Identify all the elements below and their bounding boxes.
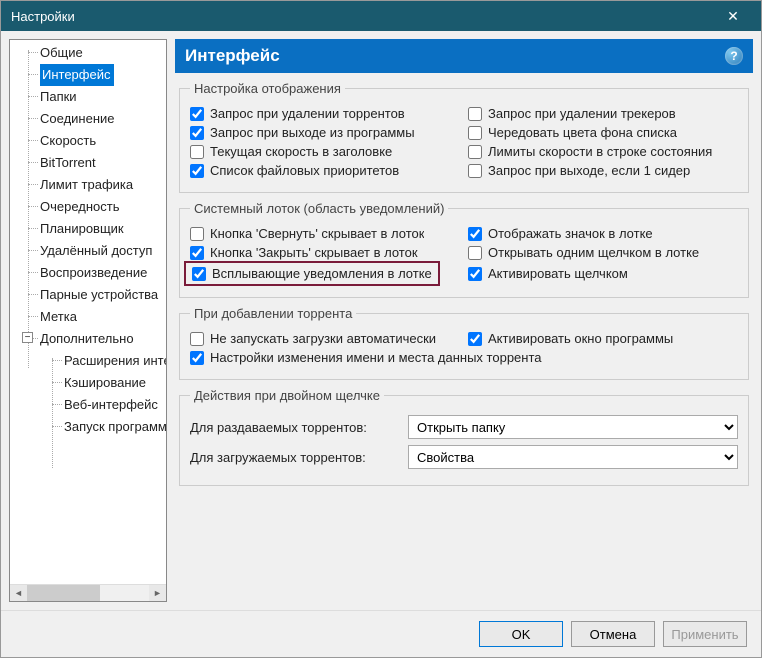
nav-item-paired[interactable]: Парные устройства: [10, 284, 166, 306]
nav-item-folders[interactable]: Папки: [10, 86, 166, 108]
cb-file-priority-list[interactable]: Список файловых приоритетов: [190, 163, 399, 178]
scroll-track[interactable]: [27, 585, 149, 602]
cb-speed-in-title[interactable]: Текущая скорость в заголовке: [190, 144, 392, 159]
nav-item-label[interactable]: Метка: [10, 306, 166, 328]
footer: OK Отмена Применить: [1, 610, 761, 657]
nav-item-interface[interactable]: Интерфейс: [40, 64, 114, 86]
group-add: При добавлении торрента Не запускать заг…: [179, 306, 749, 380]
cb-activate-click[interactable]: Активировать щелчком: [468, 266, 628, 281]
cb-confirm-exit-seed[interactable]: Запрос при выходе, если 1 сидер: [468, 163, 690, 178]
panel-header: Интерфейс ?: [175, 39, 753, 73]
nav-item-bittorrent[interactable]: BitTorrent: [10, 152, 166, 174]
settings-window: Настройки ✕ Общие Интерфейс Папки Соедин…: [0, 0, 762, 658]
scroll-right-icon[interactable]: ►: [149, 585, 166, 602]
nav-item-queue[interactable]: Очередность: [10, 196, 166, 218]
cb-tray-balloon[interactable]: Всплывающие уведомления в лотке: [192, 266, 432, 281]
label-dblclick-downloading: Для загружаемых торрентов:: [190, 450, 400, 465]
cb-show-tray-icon[interactable]: Отображать значок в лотке: [468, 226, 653, 241]
apply-button[interactable]: Применить: [663, 621, 747, 647]
select-dblclick-downloading[interactable]: Свойства: [408, 445, 738, 469]
cb-confirm-exit[interactable]: Запрос при выходе из программы: [190, 125, 415, 140]
nav-item-run[interactable]: Запуск программ: [10, 416, 166, 438]
cb-confirm-delete-torrent[interactable]: Запрос при удалении торрентов: [190, 106, 405, 121]
cb-dont-start-auto[interactable]: Не запускать загрузки автоматически: [190, 331, 436, 346]
cb-alternating-rows[interactable]: Чередовать цвета фона списка: [468, 125, 677, 140]
nav-item-playback[interactable]: Воспроизведение: [10, 262, 166, 284]
cb-activate-window[interactable]: Активировать окно программы: [468, 331, 673, 346]
help-icon[interactable]: ?: [725, 47, 743, 65]
select-dblclick-seeding[interactable]: Открыть папку: [408, 415, 738, 439]
group-display: Настройка отображения Запрос при удалени…: [179, 81, 749, 193]
body: Общие Интерфейс Папки Соединение Скорост…: [1, 31, 761, 610]
group-add-legend: При добавлении торрента: [190, 306, 356, 321]
nav-item-webui[interactable]: Веб-интерфейс: [10, 394, 166, 416]
expander-icon[interactable]: −: [22, 332, 33, 343]
group-tray-legend: Системный лоток (область уведомлений): [190, 201, 448, 216]
group-dblclick: Действия при двойном щелчке Для раздавае…: [179, 388, 749, 486]
cb-show-rename-dialog[interactable]: Настройки изменения имени и места данных…: [190, 350, 542, 365]
group-dblclick-legend: Действия при двойном щелчке: [190, 388, 384, 403]
scroll-left-icon[interactable]: ◄: [10, 585, 27, 602]
nav-item-connection[interactable]: Соединение: [10, 108, 166, 130]
window-title: Настройки: [11, 9, 713, 24]
nav-item-scheduler[interactable]: Планировщик: [10, 218, 166, 240]
cancel-button[interactable]: Отмена: [571, 621, 655, 647]
nav-item-remote[interactable]: Удалённый доступ: [10, 240, 166, 262]
cb-confirm-delete-tracker[interactable]: Запрос при удалении трекеров: [468, 106, 676, 121]
nav-item-cache[interactable]: Кэширование: [10, 372, 166, 394]
group-tray: Системный лоток (область уведомлений) Кн…: [179, 201, 749, 298]
label-dblclick-seeding: Для раздаваемых торрентов:: [190, 420, 400, 435]
ok-button[interactable]: OK: [479, 621, 563, 647]
panel-content: Настройка отображения Запрос при удалени…: [175, 73, 753, 602]
titlebar: Настройки ✕: [1, 1, 761, 31]
nav-item-speed[interactable]: Скорость: [10, 130, 166, 152]
cb-close-to-tray[interactable]: Кнопка 'Закрыть' скрывает в лоток: [190, 245, 418, 260]
scroll-thumb[interactable]: [27, 585, 100, 602]
panel-title: Интерфейс: [185, 46, 280, 66]
sidebar: Общие Интерфейс Папки Соединение Скорост…: [9, 39, 167, 602]
nav-tree[interactable]: Общие Интерфейс Папки Соединение Скорост…: [10, 40, 166, 584]
nav-item-general[interactable]: Общие: [10, 42, 166, 64]
nav-item-traffic[interactable]: Лимит трафика: [10, 174, 166, 196]
close-icon[interactable]: ✕: [713, 8, 753, 25]
cb-limits-in-status[interactable]: Лимиты скорости в строке состояния: [468, 144, 712, 159]
cb-single-click-tray[interactable]: Открывать одним щелчком в лотке: [468, 245, 699, 260]
sidebar-hscroll[interactable]: ◄ ►: [10, 584, 166, 601]
nav-item-advanced[interactable]: − Дополнительно: [10, 328, 166, 350]
group-display-legend: Настройка отображения: [190, 81, 345, 96]
nav-item-ext[interactable]: Расширения интерфейса: [10, 350, 166, 372]
main-panel: Интерфейс ? Настройка отображения Запрос…: [175, 39, 753, 602]
cb-minimize-to-tray[interactable]: Кнопка 'Свернуть' скрывает в лоток: [190, 226, 424, 241]
